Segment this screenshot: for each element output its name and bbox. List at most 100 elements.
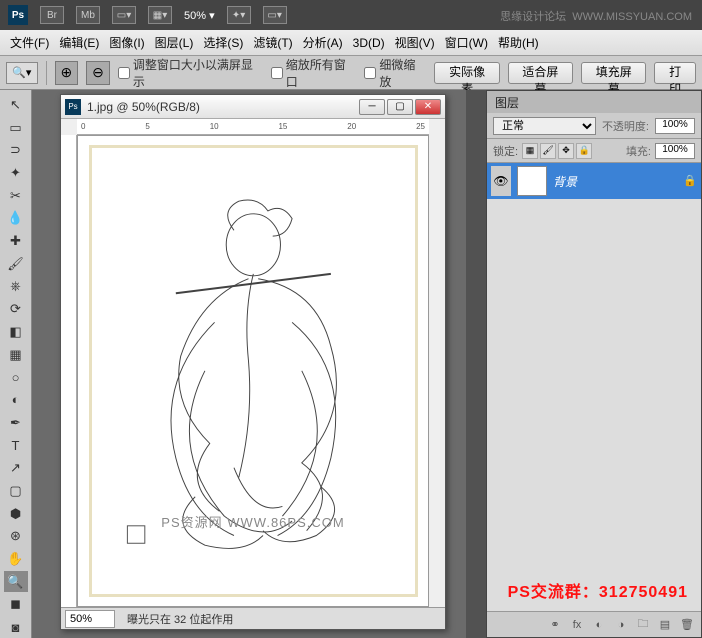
overlay-qq-group: PS交流群：312750491 (508, 578, 688, 602)
extras-button[interactable]: ▭▾ (263, 6, 287, 24)
lasso-tool[interactable]: ⊃ (4, 139, 28, 161)
maximize-button[interactable]: ▢ (387, 99, 413, 115)
ruler-vertical[interactable] (61, 135, 77, 607)
menu-file[interactable]: 文件(F) (8, 34, 51, 51)
blur-tool[interactable]: ○ (4, 366, 28, 388)
status-zoom-input[interactable] (65, 610, 115, 628)
eraser-tool[interactable]: ◧ (4, 321, 28, 343)
menu-help[interactable]: 帮助(H) (496, 34, 541, 51)
ruler-tick: 10 (210, 122, 219, 131)
pen-tool[interactable]: ✒ (4, 412, 28, 434)
magic-wand-tool[interactable]: ✦ (4, 162, 28, 184)
zoom-out-button[interactable]: ⊖ (86, 61, 110, 85)
hand-shortcut-button[interactable]: ✦▾ (227, 6, 251, 24)
3d-tool[interactable]: ⬢ (4, 503, 28, 525)
zoom-all-checkbox[interactable]: 缩放所有窗口 (271, 56, 357, 90)
path-select-tool[interactable]: ↗ (4, 457, 28, 479)
minibridge-button[interactable]: Mb (76, 6, 100, 24)
fit-screen-button[interactable]: 适合屏幕 (508, 62, 573, 84)
chevron-down-icon: ▾ (209, 10, 215, 22)
resize-window-label: 调整窗口大小以满屏显示 (133, 56, 263, 90)
zoom-tool[interactable]: 🔍 (4, 571, 28, 593)
layer-row[interactable]: 👁 背景 🔒 (487, 163, 701, 199)
layers-footer: ⚭ fx ◐ ◑ 🗀 ▤ 🗑 (487, 611, 701, 637)
shape-tool[interactable]: ▢ (4, 480, 28, 502)
workspace: ↖ ▭ ⊃ ✦ ✂ 💧 ✚ 🖌 ⎈ ⟳ ◧ ▦ ○ ◐ ✒ T ↗ ▢ ⬢ ⊛ … (0, 90, 702, 638)
ruler-horizontal[interactable]: 0 5 10 15 20 25 (77, 119, 429, 135)
layer-mask-icon[interactable]: ◐ (591, 617, 607, 633)
camera-tool[interactable]: ⊛ (4, 525, 28, 547)
type-tool[interactable]: T (4, 435, 28, 457)
menubar: 文件(F) 编辑(E) 图像(I) 图层(L) 选择(S) 滤镜(T) 分析(A… (0, 30, 702, 56)
layers-tab[interactable]: 图层 (487, 91, 701, 113)
layer-lock-icon: 🔒 (683, 174, 697, 188)
actual-pixels-button[interactable]: 实际像素 (434, 62, 499, 84)
menu-analysis[interactable]: 分析(A) (301, 34, 345, 51)
gradient-tool[interactable]: ▦ (4, 344, 28, 366)
zoom-level-dropdown[interactable]: 50% ▾ (184, 9, 215, 22)
layer-group-icon[interactable]: 🗀 (635, 617, 651, 633)
layers-panel: 图层 正常 不透明度: 100% 锁定: ▦ 🖌 ✥ 🔒 填充: 100% (486, 90, 702, 638)
menu-filter[interactable]: 滤镜(T) (251, 34, 294, 51)
crop-tool[interactable]: ✂ (4, 185, 28, 207)
scrubby-zoom-checkbox[interactable]: 细微缩放 (364, 56, 426, 90)
fill-label: 填充: (626, 143, 651, 159)
fill-screen-button[interactable]: 填充屏幕 (581, 62, 646, 84)
menu-window[interactable]: 窗口(W) (443, 34, 490, 51)
ps-logo-icon: Ps (8, 5, 28, 25)
color-swatch[interactable]: ◼ (4, 593, 28, 615)
lock-label: 锁定: (493, 143, 518, 159)
layer-fx-icon[interactable]: fx (569, 617, 585, 633)
close-button[interactable]: ✕ (415, 99, 441, 115)
layer-name[interactable]: 背景 (553, 173, 677, 190)
screenmode-button[interactable]: ▭▾ (112, 6, 136, 24)
fill-input[interactable]: 100% (655, 143, 695, 159)
new-layer-icon[interactable]: ▤ (657, 617, 673, 633)
lock-pixels-icon[interactable]: 🖌 (540, 143, 556, 159)
bridge-button[interactable]: Br (40, 6, 64, 24)
layer-list: 👁 背景 🔒 (487, 163, 701, 611)
blend-mode-dropdown[interactable]: 正常 (493, 117, 596, 135)
clone-stamp-tool[interactable]: ⎈ (4, 276, 28, 298)
menu-3d[interactable]: 3D(D) (351, 36, 387, 50)
visibility-eye-icon[interactable]: 👁 (491, 166, 511, 196)
opacity-input[interactable]: 100% (655, 118, 695, 134)
options-bar: 🔍▾ ⊕ ⊖ 调整窗口大小以满屏显示 缩放所有窗口 细微缩放 实际像素 适合屏幕… (0, 56, 702, 90)
marquee-tool[interactable]: ▭ (4, 117, 28, 139)
menu-view[interactable]: 视图(V) (393, 34, 437, 51)
zoom-tool-preset[interactable]: 🔍▾ (6, 62, 38, 84)
dodge-tool[interactable]: ◐ (4, 389, 28, 411)
ruler-tick: 5 (145, 122, 149, 131)
canvas[interactable]: PS资源网 WWW.86PS.COM (77, 135, 429, 607)
menu-layer[interactable]: 图层(L) (153, 34, 196, 51)
menu-select[interactable]: 选择(S) (201, 34, 245, 51)
toolbox: ↖ ▭ ⊃ ✦ ✂ 💧 ✚ 🖌 ⎈ ⟳ ◧ ▦ ○ ◐ ✒ T ↗ ▢ ⬢ ⊛ … (0, 90, 32, 638)
adjustment-layer-icon[interactable]: ◑ (613, 617, 629, 633)
lock-all-icon[interactable]: 🔒 (576, 143, 592, 159)
quickmask-button[interactable]: ◙ (4, 616, 28, 638)
resize-window-checkbox[interactable]: 调整窗口大小以满屏显示 (118, 56, 263, 90)
minimize-button[interactable]: ─ (359, 99, 385, 115)
ruler-tick: 0 (81, 122, 85, 131)
brush-tool[interactable]: 🖌 (4, 253, 28, 275)
watermark-url: WWW.MISSYUAN.COM (572, 11, 692, 23)
document-titlebar[interactable]: Ps 1.jpg @ 50%(RGB/8) ─ ▢ ✕ (61, 95, 445, 119)
hand-tool[interactable]: ✋ (4, 548, 28, 570)
arrange-button[interactable]: ▦▾ (148, 6, 172, 24)
document-window: Ps 1.jpg @ 50%(RGB/8) ─ ▢ ✕ 0 5 10 15 20… (60, 94, 446, 630)
link-layers-icon[interactable]: ⚭ (547, 617, 563, 633)
lock-transparency-icon[interactable]: ▦ (522, 143, 538, 159)
menu-edit[interactable]: 编辑(E) (57, 34, 101, 51)
panel-dock-strip[interactable] (466, 90, 486, 638)
delete-layer-icon[interactable]: 🗑 (679, 617, 695, 633)
history-brush-tool[interactable]: ⟳ (4, 298, 28, 320)
healing-brush-tool[interactable]: ✚ (4, 230, 28, 252)
menu-image[interactable]: 图像(I) (107, 34, 146, 51)
print-size-button[interactable]: 打印 (654, 62, 696, 84)
move-tool[interactable]: ↖ (4, 94, 28, 116)
zoom-in-button[interactable]: ⊕ (55, 61, 79, 85)
layer-thumbnail[interactable] (517, 166, 547, 196)
lock-position-icon[interactable]: ✥ (558, 143, 574, 159)
document-icon: Ps (65, 99, 81, 115)
eyedropper-tool[interactable]: 💧 (4, 208, 28, 230)
